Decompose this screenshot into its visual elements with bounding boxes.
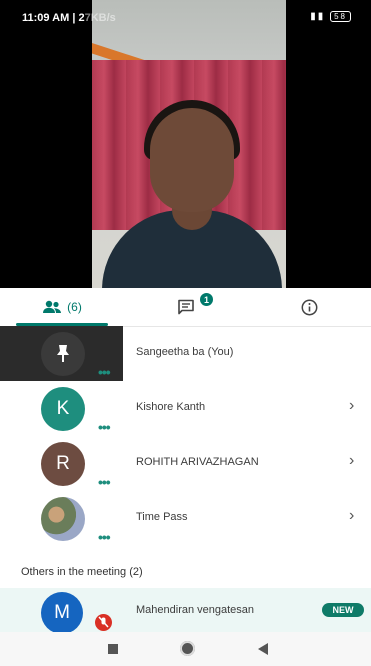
participant-name: Time Pass: [136, 511, 188, 523]
people-icon: [43, 300, 62, 313]
chevron-right-icon[interactable]: ›: [349, 397, 354, 415]
more-options-icon[interactable]: •••: [98, 364, 111, 380]
chevron-right-icon[interactable]: ›: [349, 452, 354, 470]
self-video-thumbnail: •••: [0, 326, 123, 381]
info-icon: [301, 299, 318, 315]
participant-name: ROHITH ARIVAZHAGAN: [136, 456, 259, 468]
video-feed[interactable]: 11:09 AM | 27KB/s ▮▮ 58: [0, 0, 371, 288]
recent-apps-button[interactable]: [108, 644, 118, 654]
battery-icon: 58: [330, 11, 351, 22]
participant-name: Kishore Kanth: [136, 401, 206, 413]
more-options-icon[interactable]: •••: [98, 419, 111, 435]
participant-list: ••• Sangeetha ba (You) K ••• Kishore Kan…: [0, 326, 371, 546]
avatar-cell: •••: [0, 491, 123, 546]
tab-info[interactable]: [248, 288, 371, 326]
status-bar: 11:09 AM | 27KB/s ▮▮ 58: [0, 0, 371, 30]
people-count: (6): [67, 300, 82, 314]
avatar: R: [41, 442, 85, 486]
status-time: 11:09 AM | 27KB/s: [22, 12, 116, 24]
status-icons: ▮▮ 58: [310, 11, 351, 22]
participant-row[interactable]: ••• Sangeetha ba (You): [0, 326, 371, 381]
avatar: M: [41, 592, 83, 634]
other-participant-row[interactable]: M Mahendiran vengatesan NEW: [0, 588, 371, 634]
chat-unread-badge: 1: [200, 293, 213, 306]
chevron-right-icon[interactable]: ›: [349, 507, 354, 525]
avatar: [41, 332, 85, 376]
more-options-icon[interactable]: •••: [98, 529, 111, 545]
person-face: [150, 108, 234, 212]
more-options-icon[interactable]: •••: [98, 474, 111, 490]
avatar-cell: R •••: [0, 436, 123, 491]
participant-row[interactable]: K ••• Kishore Kanth ›: [0, 381, 371, 436]
signal-icon: ▮▮: [310, 11, 326, 22]
participant-name: Mahendiran vengatesan: [136, 604, 255, 616]
others-heading: Others in the meeting (2): [21, 566, 143, 578]
back-button[interactable]: [258, 643, 268, 655]
avatar: K: [41, 387, 85, 431]
new-badge: NEW: [322, 603, 364, 617]
pin-icon: [57, 345, 69, 362]
tab-people[interactable]: (6): [0, 288, 124, 326]
chat-icon: [178, 299, 194, 315]
participant-row[interactable]: ••• Time Pass ›: [0, 491, 371, 546]
mic-off-icon: [95, 614, 112, 631]
participant-video: [92, 0, 286, 288]
meeting-tabs: (6) 1: [0, 288, 371, 327]
avatar-cell: K •••: [0, 381, 123, 436]
participant-row[interactable]: R ••• ROHITH ARIVAZHAGAN ›: [0, 436, 371, 491]
avatar-photo: [41, 497, 85, 541]
participant-name: Sangeetha ba (You): [136, 346, 234, 358]
system-nav-bar: [0, 632, 371, 666]
home-button[interactable]: [180, 641, 195, 656]
tab-chat[interactable]: 1: [124, 288, 248, 326]
